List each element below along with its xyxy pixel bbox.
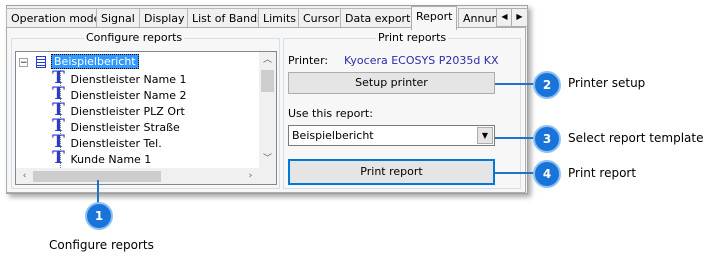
use-report-label: Use this report:	[288, 107, 373, 120]
tree-root-row[interactable]: − Beispielbericht	[19, 54, 139, 69]
tab-signal[interactable]: Signal	[96, 8, 140, 29]
report-tree[interactable]: − Beispielbericht T Dienstleister Name 1…	[15, 51, 277, 185]
tab-strip: Operation mode Signal Display List of Ba…	[6, 6, 528, 30]
scrollbar-corner	[259, 168, 276, 184]
print-reports-title: Print reports	[376, 31, 449, 44]
configure-reports-title: Configure reports	[84, 31, 185, 44]
scroll-right-icon[interactable]: ›	[242, 168, 259, 184]
tree-item[interactable]: T Dienstleister Tel.	[52, 134, 162, 151]
tab-data-export[interactable]: Data export	[340, 8, 416, 29]
report-template-select[interactable]: Beispielbericht ▼	[288, 125, 495, 146]
print-report-button[interactable]: Print report	[288, 159, 495, 185]
callout-badge-2: 2	[533, 71, 561, 99]
vertical-scroll-thumb[interactable]	[261, 70, 274, 92]
tree-item[interactable]: T Dienstleister Name 2	[52, 86, 187, 103]
tab-operation-mode[interactable]: Operation mode	[6, 8, 106, 29]
callout-label-configure-reports: Configure reports	[49, 238, 154, 252]
callout-badge-3: 3	[533, 125, 561, 153]
callout-2-connector	[495, 83, 535, 85]
setup-printer-button[interactable]: Setup printer	[288, 72, 495, 94]
tree-item-label: Dienstleister Tel.	[70, 137, 162, 150]
tree-item-label: Dienstleister PLZ Ort	[70, 105, 185, 118]
tab-scroll-right-button[interactable]: ▶	[511, 8, 528, 27]
tree-item[interactable]: T Dienstleister Name 1	[52, 70, 187, 87]
callout-label-printer-setup: Printer setup	[568, 76, 646, 90]
tab-report[interactable]: Report	[411, 6, 458, 30]
tree-item-label: Dienstleister Name 1	[70, 73, 187, 86]
callout-badge-4: 4	[533, 160, 561, 188]
tree-root-label: Beispielbericht	[51, 54, 139, 69]
scroll-left-icon[interactable]: ‹	[16, 168, 33, 184]
callout-3-connector	[495, 137, 535, 139]
scroll-up-icon[interactable]: ︿	[259, 52, 276, 69]
collapse-icon[interactable]: −	[19, 57, 28, 67]
report-document-icon	[35, 56, 46, 68]
tree-item-label: Dienstleister Straße	[70, 121, 180, 134]
printer-label: Printer:	[288, 54, 329, 67]
scroll-down-icon[interactable]: ﹀	[259, 151, 276, 168]
tree-item-label: Kunde Name 1	[70, 153, 152, 166]
callout-label-select-report-template: Select report template	[568, 131, 704, 145]
callout-4-connector	[495, 172, 535, 174]
callout-label-print-report: Print report	[568, 166, 637, 180]
horizontal-scrollbar[interactable]: ‹ ›	[16, 168, 259, 184]
tree-item[interactable]: T Dienstleister PLZ Ort	[52, 102, 185, 119]
tab-list-of-bands[interactable]: List of Bands	[187, 8, 268, 29]
printer-name: Kyocera ECOSYS P2035d KX	[344, 54, 499, 67]
text-field-icon: T	[52, 148, 65, 168]
tree-item-label: Dienstleister Name 2	[70, 89, 187, 102]
tab-display[interactable]: Display	[139, 8, 190, 29]
tab-limits[interactable]: Limits	[258, 8, 301, 29]
tab-cursor[interactable]: Cursor	[298, 8, 345, 29]
chevron-down-icon[interactable]: ▼	[477, 127, 493, 144]
tree-item[interactable]: T Dienstleister Straße	[52, 118, 180, 135]
report-template-value: Beispielbericht	[292, 129, 374, 142]
vertical-scrollbar[interactable]: ︿ ﹀	[259, 52, 276, 168]
callout-badge-1: 1	[85, 202, 113, 230]
tree-item[interactable]: T Kunde Name 1	[52, 148, 152, 168]
